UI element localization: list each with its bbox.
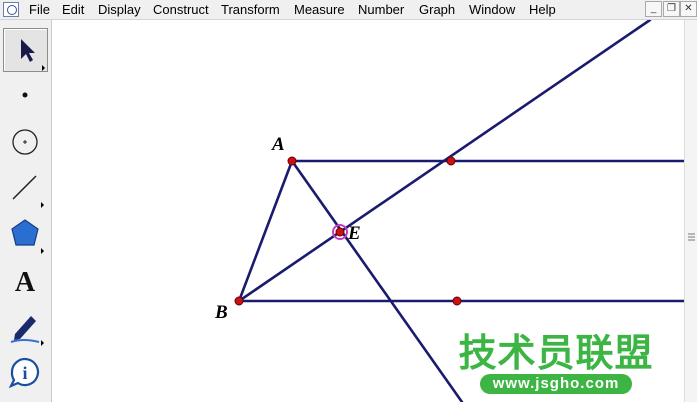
pentagon-icon bbox=[11, 219, 44, 254]
watermark: 技术员联盟 www.jsgho.com bbox=[458, 332, 654, 398]
menu-number[interactable]: Number bbox=[358, 1, 404, 18]
arrow-icon bbox=[21, 39, 45, 71]
toolbox: A i bbox=[0, 20, 52, 402]
line-through-A-E[interactable] bbox=[290, 159, 464, 402]
marker-pen-icon bbox=[10, 316, 44, 346]
straightedge-tool[interactable] bbox=[3, 166, 48, 210]
point-on-ray-B[interactable] bbox=[452, 296, 462, 306]
point-B[interactable] bbox=[234, 296, 244, 306]
label-B[interactable]: B bbox=[215, 302, 228, 324]
point-on-ray-A[interactable] bbox=[446, 156, 456, 166]
vertical-scrollbar[interactable] bbox=[684, 20, 697, 402]
menu-help[interactable]: Help bbox=[529, 1, 556, 18]
minimize-button[interactable]: _ bbox=[645, 1, 662, 17]
menu-construct[interactable]: Construct bbox=[153, 1, 209, 18]
menu-measure[interactable]: Measure bbox=[294, 1, 345, 18]
app-icon[interactable] bbox=[3, 2, 19, 17]
info-icon: i bbox=[8, 357, 40, 389]
scroll-grip-icon bbox=[688, 233, 695, 241]
segment-AB[interactable] bbox=[237, 159, 294, 303]
arrow-select-tool[interactable] bbox=[3, 28, 48, 72]
text-tool-glyph: A bbox=[15, 267, 36, 298]
watermark-chinese-text: 技术员联盟 bbox=[458, 331, 654, 375]
label-E[interactable]: E bbox=[348, 223, 361, 245]
restore-button[interactable]: ❐ bbox=[663, 1, 680, 17]
point-icon bbox=[22, 92, 28, 98]
menu-window[interactable]: Window bbox=[469, 1, 515, 18]
watermark-url: www.jsgho.com bbox=[480, 374, 632, 394]
compass-tool[interactable] bbox=[3, 120, 48, 164]
point-E[interactable] bbox=[335, 227, 345, 237]
menu-file[interactable]: File bbox=[29, 1, 50, 18]
close-button[interactable]: ✕ bbox=[680, 1, 697, 17]
marker-tool[interactable] bbox=[3, 304, 48, 348]
point-tool[interactable] bbox=[3, 74, 48, 118]
circle-icon bbox=[12, 129, 38, 155]
polygon-tool[interactable] bbox=[3, 212, 48, 256]
menu-display[interactable]: Display bbox=[98, 1, 141, 18]
information-tool[interactable]: i bbox=[3, 350, 48, 394]
point-A[interactable] bbox=[287, 156, 297, 166]
label-A[interactable]: A bbox=[272, 134, 285, 156]
info-tool-glyph: i bbox=[22, 363, 27, 383]
segment-icon bbox=[12, 175, 44, 208]
menu-edit[interactable]: Edit bbox=[62, 1, 84, 18]
text-tool[interactable]: A bbox=[3, 258, 48, 302]
text-A-icon: A bbox=[15, 267, 36, 298]
menu-graph[interactable]: Graph bbox=[419, 1, 455, 18]
menu-transform[interactable]: Transform bbox=[221, 1, 280, 18]
menu-bar: File Edit Display Construct Transform Me… bbox=[0, 0, 697, 20]
